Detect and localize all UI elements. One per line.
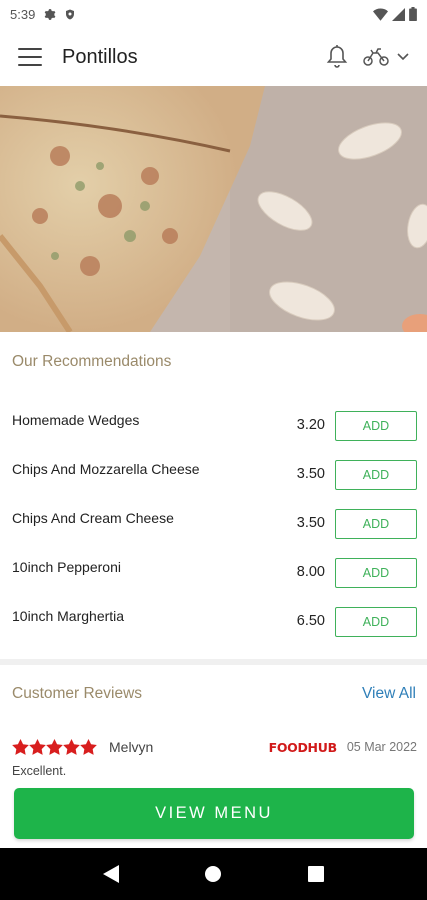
status-time: 5:39 (10, 6, 36, 22)
gear-icon (43, 8, 56, 21)
scooter-icon (363, 47, 389, 67)
system-nav-bar (0, 848, 427, 900)
add-button[interactable]: ADD (335, 411, 417, 441)
reviews-title: Customer Reviews (12, 685, 143, 702)
item-name: Chips And Mozzarella Cheese (12, 461, 200, 477)
item-name: 10inch Marghertia (12, 608, 125, 624)
battery-icon (409, 7, 417, 21)
list-item: Chips And Mozzarella Cheese 3.50 ADD (0, 449, 427, 498)
add-button[interactable]: ADD (335, 558, 417, 588)
add-button[interactable]: ADD (335, 460, 417, 490)
star-icon (80, 739, 97, 755)
review-text: Excellent. (12, 764, 67, 778)
reviewer-name: Melvyn (109, 739, 154, 755)
page-title: Pontillos (62, 45, 138, 68)
delivery-mode-selector[interactable] (363, 47, 409, 67)
signal-icon (392, 7, 405, 21)
star-icon (29, 739, 46, 755)
list-item: Chips And Cream Cheese 3.50 ADD (0, 498, 427, 547)
foodhub-logo: FOODHUB (268, 739, 338, 755)
view-menu-button[interactable]: VIEW MENU (14, 788, 414, 839)
status-bar: 5:39 (0, 0, 427, 28)
star-icon (63, 739, 80, 755)
item-price: 3.50 (296, 515, 325, 531)
shield-icon (64, 8, 76, 21)
chevron-down-icon (397, 53, 409, 61)
item-price: 3.20 (296, 417, 325, 433)
star-icon (12, 739, 29, 755)
wifi-icon (373, 8, 388, 21)
home-icon[interactable] (193, 854, 233, 894)
list-item: Homemade Wedges 3.20 ADD (0, 400, 427, 449)
recommendations-list: Homemade Wedges 3.20 ADD Chips And Mozza… (0, 400, 427, 645)
view-all-link[interactable]: View All (362, 685, 416, 703)
recents-icon[interactable] (296, 854, 336, 894)
pizza-hero-image (0, 86, 427, 332)
item-price: 6.50 (296, 613, 325, 629)
section-divider (0, 659, 427, 665)
review-date: 05 Mar 2022 (346, 740, 417, 754)
add-button[interactable]: ADD (335, 607, 417, 637)
item-price: 8.00 (296, 564, 325, 580)
back-icon[interactable] (91, 854, 131, 894)
hamburger-menu-icon[interactable] (18, 48, 42, 66)
recommendations-title: Our Recommendations (12, 353, 172, 370)
star-icon (46, 739, 63, 755)
add-button[interactable]: ADD (335, 509, 417, 539)
list-item: 10inch Pepperoni 8.00 ADD (0, 547, 427, 596)
item-name: 10inch Pepperoni (12, 559, 121, 575)
item-name: Homemade Wedges (12, 412, 140, 428)
item-name: Chips And Cream Cheese (12, 510, 174, 526)
item-price: 3.50 (296, 466, 325, 482)
list-item: 10inch Marghertia 6.50 ADD (0, 596, 427, 645)
bell-icon[interactable] (325, 44, 349, 70)
app-bar: Pontillos (0, 28, 427, 86)
star-rating (12, 739, 97, 755)
review-header: Melvyn FOODHUB 05 Mar 2022 (12, 736, 417, 758)
